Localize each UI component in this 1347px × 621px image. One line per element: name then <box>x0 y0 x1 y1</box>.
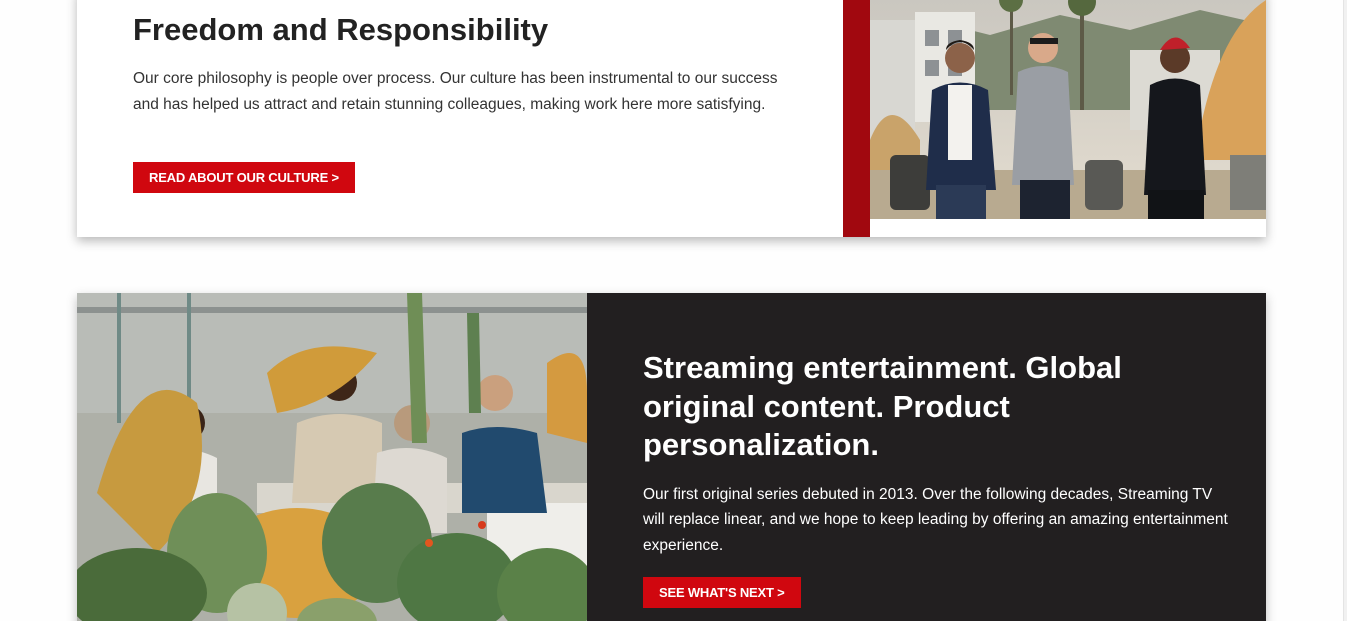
culture-heading: Freedom and Responsibility <box>133 12 549 47</box>
read-about-culture-button[interactable]: READ ABOUT OUR CULTURE > <box>133 162 355 193</box>
see-whats-next-button[interactable]: SEE WHAT'S NEXT > <box>643 577 801 608</box>
page: Freedom and Responsibility Our core phil… <box>0 0 1347 621</box>
streaming-photo <box>77 293 587 621</box>
streaming-description: Our first original series debuted in 201… <box>643 485 1228 554</box>
culture-description: Our core philosophy is people over proce… <box>133 70 778 113</box>
culture-photo <box>870 0 1266 219</box>
streaming-text-block: Streaming entertainment. Global original… <box>643 349 1233 558</box>
culture-text-block: Freedom and Responsibility Our core phil… <box>133 10 783 117</box>
scrollbar[interactable] <box>1343 0 1347 621</box>
streaming-heading: Streaming entertainment. Global original… <box>643 350 1122 462</box>
red-accent-bar <box>843 0 870 237</box>
culture-card: Freedom and Responsibility Our core phil… <box>77 0 1266 237</box>
streaming-card: Streaming entertainment. Global original… <box>77 293 1266 621</box>
